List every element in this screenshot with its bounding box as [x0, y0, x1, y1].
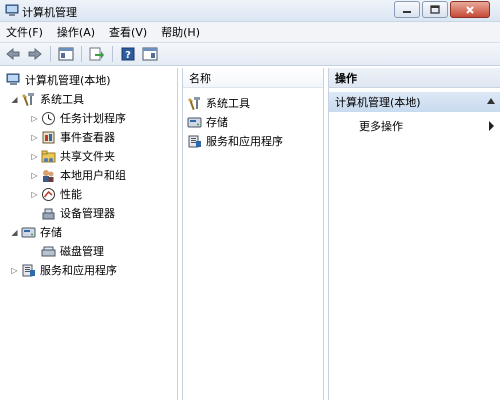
tree-item-storage[interactable]: ◢ 存储: [10, 223, 62, 241]
tree-item-system-tools[interactable]: ◢ 系统工具: [10, 90, 84, 108]
maximize-icon: [430, 5, 440, 14]
collapse-arrow-icon[interactable]: ◢: [10, 228, 19, 237]
list-item-system-tools[interactable]: 系统工具: [187, 94, 250, 112]
menu-file[interactable]: 文件(F): [6, 24, 43, 40]
tree-item-disk-management[interactable]: 磁盘管理: [41, 242, 104, 260]
performance-icon: [41, 187, 56, 202]
more-actions-label: 更多操作: [359, 120, 403, 133]
computer-management-icon: [6, 73, 21, 88]
show-hide-tree-button[interactable]: [57, 45, 75, 63]
tree-label: 事件查看器: [60, 131, 115, 144]
actions-header-label: 操作: [335, 71, 357, 85]
tree-item-local-users-groups[interactable]: ▷ 本地用户和组: [30, 166, 126, 184]
tools-icon: [21, 92, 36, 107]
event-viewer-icon: [41, 130, 56, 145]
tree-label: 计算机管理(本地): [25, 74, 111, 87]
expand-arrow-icon[interactable]: ▷: [10, 266, 19, 275]
column-header-name[interactable]: 名称: [183, 68, 323, 88]
tree-label: 性能: [60, 188, 82, 201]
tree-label: 本地用户和组: [60, 169, 126, 182]
export-icon: [89, 47, 104, 61]
expand-arrow-icon[interactable]: ▷: [30, 133, 39, 142]
computer-management-icon: [5, 4, 19, 17]
submenu-arrow-icon: [489, 121, 494, 131]
window-title: 计算机管理: [22, 6, 77, 19]
tools-icon: [187, 96, 202, 111]
shared-folder-icon: [41, 149, 56, 164]
actions-group-label: 计算机管理(本地): [335, 96, 421, 109]
tree-item-device-manager[interactable]: 设备管理器: [41, 204, 115, 222]
expand-arrow-icon[interactable]: ▷: [30, 171, 39, 180]
tree-item-performance[interactable]: ▷ 性能: [30, 185, 82, 203]
title-bar: 计算机管理: [0, 0, 500, 22]
users-icon: [41, 168, 56, 183]
list-item-label: 存储: [206, 116, 228, 129]
forward-button[interactable]: [26, 45, 44, 63]
services-icon: [187, 134, 202, 149]
actions-group-computer-management[interactable]: 计算机管理(本地): [329, 92, 500, 112]
minimize-button[interactable]: [394, 1, 420, 18]
tree-item-computer-management[interactable]: 计算机管理(本地): [6, 71, 111, 89]
export-list-button[interactable]: [88, 45, 106, 63]
show-hide-action-pane-button[interactable]: [141, 45, 159, 63]
collapse-triangle-icon[interactable]: [487, 98, 495, 104]
column-header-label: 名称: [189, 71, 211, 85]
actions-header: 操作: [329, 68, 500, 88]
tree-label: 磁盘管理: [60, 245, 104, 258]
storage-icon: [187, 115, 202, 130]
close-button[interactable]: [450, 1, 490, 18]
storage-icon: [21, 225, 36, 240]
tree-label: 共享文件夹: [60, 150, 115, 163]
list-item-label: 系统工具: [206, 97, 250, 110]
services-icon: [21, 263, 36, 278]
back-arrow-icon: [6, 48, 20, 60]
action-pane-icon: [142, 47, 158, 61]
help-icon: ?: [121, 47, 135, 61]
tree-label: 任务计划程序: [60, 112, 126, 125]
tree-label: 设备管理器: [60, 207, 115, 220]
maximize-button[interactable]: [422, 1, 448, 18]
list-item-label: 服务和应用程序: [206, 135, 283, 148]
console-tree-icon: [58, 47, 74, 61]
disk-management-icon: [41, 244, 56, 259]
actions-pane: 操作 计算机管理(本地) 更多操作: [328, 68, 500, 400]
list-item-services-applications[interactable]: 服务和应用程序: [187, 132, 283, 150]
tree-item-shared-folders[interactable]: ▷ 共享文件夹: [30, 147, 115, 165]
close-icon: [466, 5, 474, 14]
minimize-icon: [403, 10, 411, 13]
collapse-arrow-icon[interactable]: ◢: [10, 95, 19, 104]
back-button[interactable]: [4, 45, 22, 63]
toolbar-separator: [50, 46, 51, 62]
device-manager-icon: [41, 206, 56, 221]
clock-icon: [41, 111, 56, 126]
console-tree: 计算机管理(本地) ◢ 系统工具 ▷ 任务计划程序 ▷ 事件查看器 ▷ 共享文件…: [2, 68, 178, 400]
tree-label: 系统工具: [40, 93, 84, 106]
more-actions-item[interactable]: 更多操作: [329, 116, 500, 136]
forward-arrow-icon: [28, 48, 42, 60]
expand-arrow-icon[interactable]: ▷: [30, 190, 39, 199]
menu-view[interactable]: 查看(V): [109, 24, 147, 40]
tree-item-task-scheduler[interactable]: ▷ 任务计划程序: [30, 109, 126, 127]
tree-label: 服务和应用程序: [40, 264, 117, 277]
menu-help[interactable]: 帮助(H): [161, 24, 200, 40]
expand-arrow-icon[interactable]: ▷: [30, 152, 39, 161]
help-button[interactable]: ?: [119, 45, 137, 63]
list-view: 名称 系统工具 存储 服务和应用程序: [182, 68, 324, 400]
tree-item-services-applications[interactable]: ▷ 服务和应用程序: [10, 261, 117, 279]
svg-text:?: ?: [125, 50, 131, 61]
menu-bar: 文件(F) 操作(A) 查看(V) 帮助(H): [0, 22, 500, 42]
tree-label: 存储: [40, 226, 62, 239]
tree-item-event-viewer[interactable]: ▷ 事件查看器: [30, 128, 115, 146]
toolbar-separator: [81, 46, 82, 62]
toolbar-separator: [112, 46, 113, 62]
list-item-storage[interactable]: 存储: [187, 113, 228, 131]
menu-action[interactable]: 操作(A): [57, 24, 95, 40]
toolbar: ?: [0, 42, 500, 66]
expand-arrow-icon[interactable]: ▷: [30, 114, 39, 123]
